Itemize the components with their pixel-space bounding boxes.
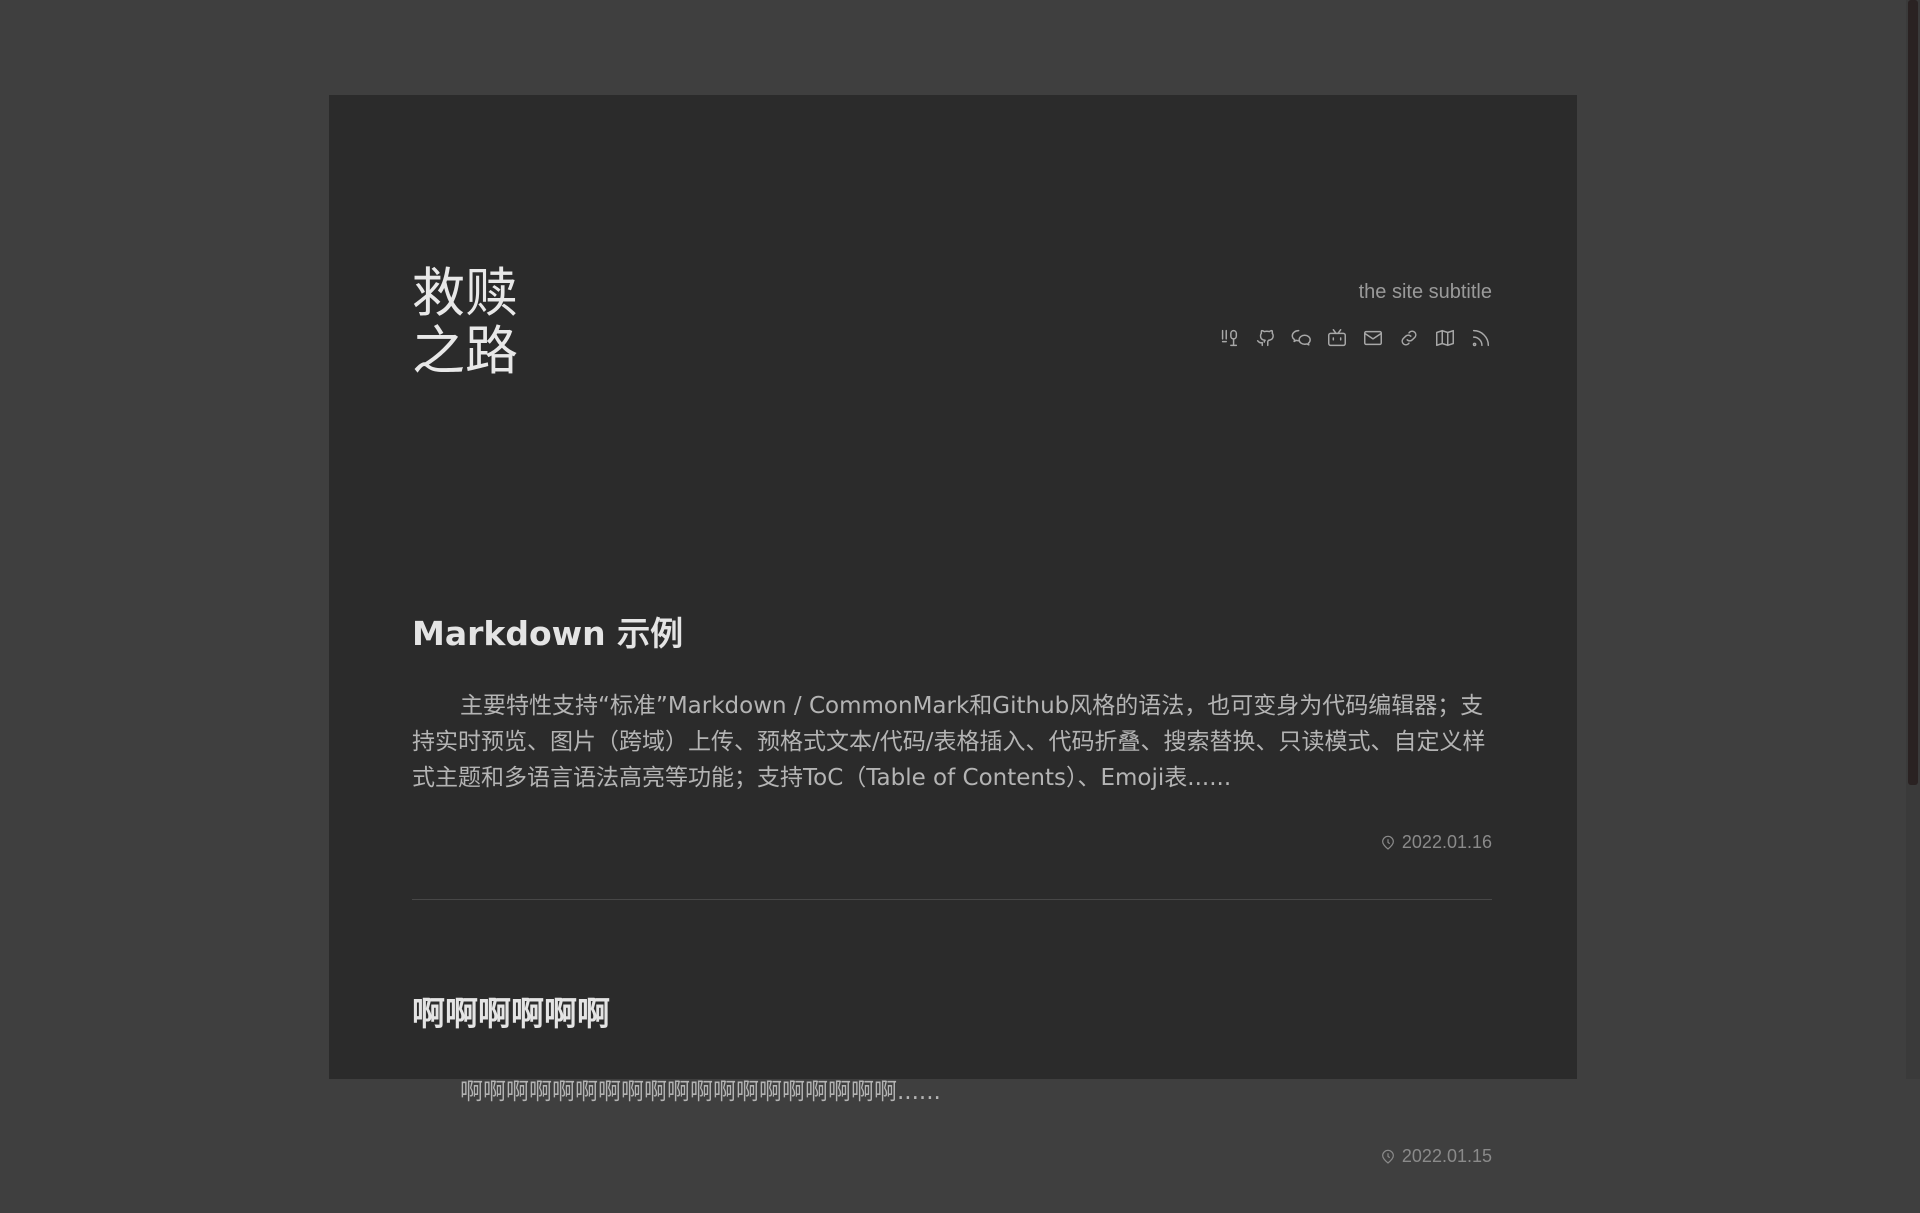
post-list: Markdown 示例 主要特性支持“标准”Markdown / CommonM…: [412, 610, 1492, 1213]
post-divider: [412, 899, 1492, 900]
post-date-text: 2022.01.15: [1401, 1146, 1492, 1166]
post-date-text: 2022.01.16: [1401, 832, 1492, 852]
rss-icon[interactable]: [1470, 327, 1492, 349]
site-title-line1[interactable]: 救赎: [412, 265, 552, 323]
post-date: 2022.01.15: [412, 1146, 1492, 1167]
post-excerpt: 啊啊啊啊啊啊啊啊啊啊啊啊啊啊啊啊啊啊啊......: [460, 1079, 941, 1105]
post-title[interactable]: 啊啊啊啊啊啊: [412, 990, 1492, 1038]
github-icon[interactable]: [1254, 327, 1276, 349]
clock-icon: [1381, 1149, 1394, 1164]
post-item: 啊啊啊啊啊啊 啊啊啊啊啊啊啊啊啊啊啊啊啊啊啊啊啊啊啊...... 2022.01…: [412, 990, 1492, 1213]
post-item: Markdown 示例 主要特性支持“标准”Markdown / CommonM…: [412, 610, 1492, 899]
site-title-line2[interactable]: 之路: [412, 323, 552, 381]
douban-icon[interactable]: [1218, 327, 1240, 349]
post-excerpt: 主要特性支持“标准”Markdown / CommonMark和Github风格…: [412, 693, 1486, 791]
bilibili-icon[interactable]: [1326, 327, 1348, 349]
social-links: [1218, 327, 1492, 349]
site-subtitle: the site subtitle: [1358, 281, 1492, 303]
wechat-icon[interactable]: [1290, 327, 1312, 349]
link-icon[interactable]: [1398, 327, 1420, 349]
content-card: 救赎 之路 the site subtitle Markdown 示例 主要特性…: [329, 95, 1577, 1166]
post-date: 2022.01.16: [412, 832, 1492, 853]
mail-icon[interactable]: [1362, 327, 1384, 349]
scrollbar-thumb[interactable]: [1908, 0, 1918, 785]
map-icon[interactable]: [1434, 327, 1456, 349]
site-title[interactable]: 救赎 之路: [412, 265, 552, 381]
scrollbar[interactable]: [1906, 0, 1920, 1079]
site-header: 救赎 之路 the site subtitle: [412, 265, 1492, 395]
post-title[interactable]: Markdown 示例: [412, 610, 1492, 658]
clock-icon: [1381, 835, 1394, 850]
